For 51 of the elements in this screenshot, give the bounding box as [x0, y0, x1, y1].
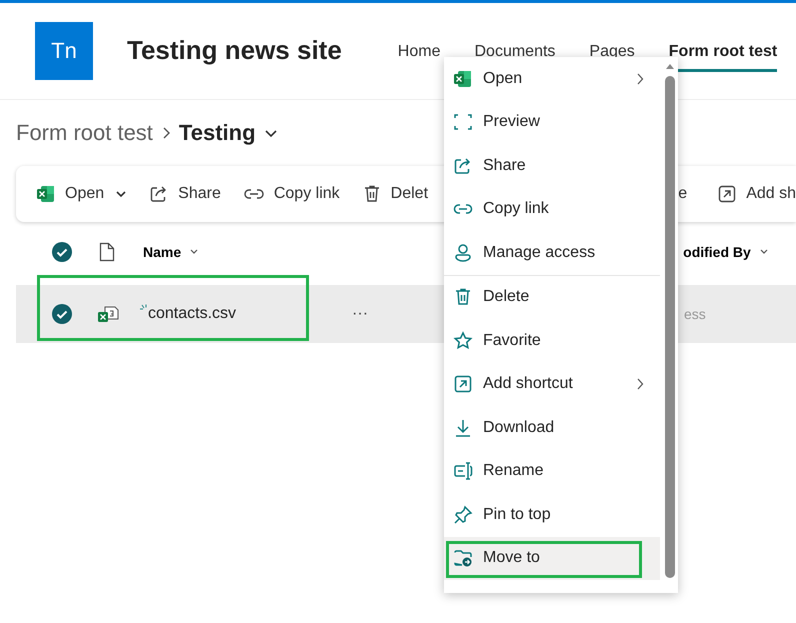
menu-item[interactable]: Open	[444, 57, 660, 100]
chevron-right-icon	[636, 378, 644, 390]
scroll-up-arrow-icon[interactable]	[665, 63, 675, 70]
preview-icon	[453, 112, 473, 132]
name-column-header[interactable]: Name	[143, 244, 182, 260]
folder-icon	[453, 548, 473, 568]
loading-spinner-icon	[139, 304, 148, 312]
person-icon	[453, 242, 473, 263]
chevron-down-icon	[758, 248, 769, 256]
site-logo: Tn	[35, 22, 93, 80]
breadcrumb-link[interactable]: Form root test	[16, 120, 153, 146]
row-checkbox[interactable]	[51, 303, 73, 325]
rename-icon	[453, 461, 473, 482]
spreadsheet-icon	[36, 184, 56, 204]
more-actions-button[interactable]: ···	[348, 305, 372, 323]
modified-by-column-header[interactable]: odified By	[683, 244, 751, 260]
menu-item[interactable]: Rename	[444, 450, 660, 493]
menu-item[interactable]: Manage access	[444, 231, 660, 274]
menu-item[interactable]: Share	[444, 144, 660, 188]
chevron-right-icon	[636, 72, 644, 85]
menu-item[interactable]: Download	[444, 406, 660, 450]
menu-item[interactable]: Pin to top	[444, 493, 660, 536]
chevron-right-icon	[160, 126, 171, 140]
toolbar-button[interactable]: Open	[36, 184, 128, 204]
scrollbar-thumb[interactable]	[665, 76, 675, 578]
menu-item[interactable]: Add shortcut	[444, 362, 660, 406]
toolbar-button[interactable]: Copy link	[242, 184, 340, 204]
modified-by-cell: ess	[684, 306, 706, 322]
file-name[interactable]: contacts.csv	[148, 305, 236, 323]
site-title: Testing news site	[127, 35, 342, 66]
file-type-icon	[99, 242, 115, 262]
toolbar-button[interactable]: e	[678, 185, 688, 203]
chevron-down-icon	[189, 248, 200, 256]
share-icon	[453, 156, 473, 176]
shortcut-icon	[453, 374, 473, 394]
trash-icon	[453, 287, 473, 308]
nav-link[interactable]: Home	[398, 43, 440, 72]
pin-icon	[453, 504, 473, 525]
toolbar-button[interactable]: Add sh	[717, 184, 796, 204]
select-all-checkbox[interactable]	[51, 241, 73, 263]
menu-item[interactable]: Preview	[444, 100, 660, 144]
breadcrumb-current[interactable]: Testing	[178, 120, 256, 146]
menu-item[interactable]: Move to	[444, 536, 660, 580]
menu-item[interactable]: Copy link	[444, 188, 660, 231]
chevron-down-icon	[115, 189, 128, 199]
chevron-down-icon	[264, 128, 278, 138]
star-icon	[453, 330, 473, 351]
toolbar-button[interactable]: Delet	[362, 184, 428, 204]
spreadsheet-file-icon	[97, 304, 119, 324]
download-icon	[453, 418, 473, 438]
toolbar-button[interactable]: Share	[149, 184, 221, 204]
